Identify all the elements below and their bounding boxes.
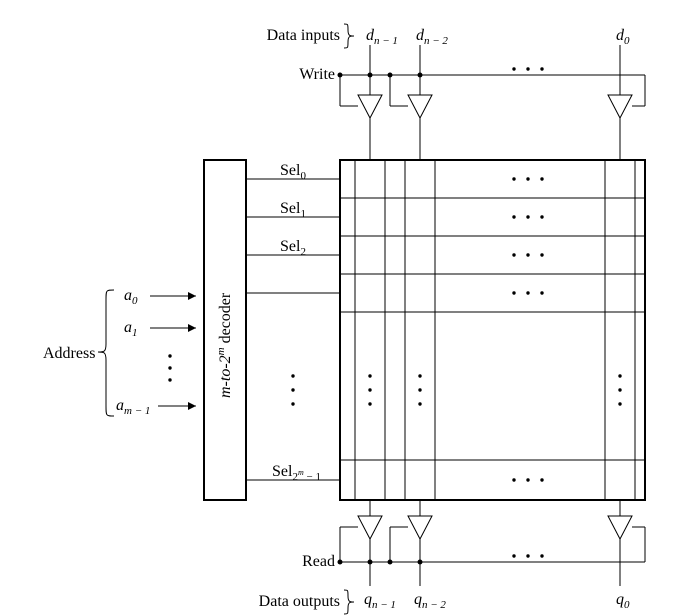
label-address: Address — [43, 345, 95, 362]
a1: a1 — [124, 319, 138, 339]
memory-array — [340, 160, 645, 500]
label-data-outputs: Data outputs — [259, 593, 340, 610]
brace-address — [98, 290, 114, 416]
tri-buffer-in-last — [608, 95, 632, 118]
brace-data-inputs — [344, 24, 354, 48]
am1: am − 1 — [116, 397, 150, 417]
tri-buffer-out-last — [608, 516, 632, 539]
tri-buffer-in-2 — [408, 95, 432, 118]
label-read: Read — [302, 553, 335, 570]
sel-lines — [246, 179, 340, 480]
tri-buffer-in-1 — [358, 95, 382, 118]
q-n2: qn − 2 — [414, 591, 446, 611]
tri-buffer-out-1 — [358, 516, 382, 539]
memory-block-diagram: Data inputs dn − 1 dn − 2 d0 Write — [0, 0, 682, 616]
label-write: Write — [299, 66, 335, 83]
label-data-inputs: Data inputs — [267, 27, 340, 44]
q-n1: qn − 1 — [364, 591, 396, 611]
brace-data-outputs — [344, 590, 354, 614]
d-0: d0 — [616, 27, 630, 47]
d-n1: dn − 1 — [366, 27, 398, 47]
a0: a0 — [124, 287, 138, 307]
label-decoder: m-to-2m decoder — [215, 292, 234, 398]
tri-buffer-out-2 — [408, 516, 432, 539]
d-n2: dn − 2 — [416, 27, 448, 47]
q-0: q0 — [616, 591, 630, 611]
